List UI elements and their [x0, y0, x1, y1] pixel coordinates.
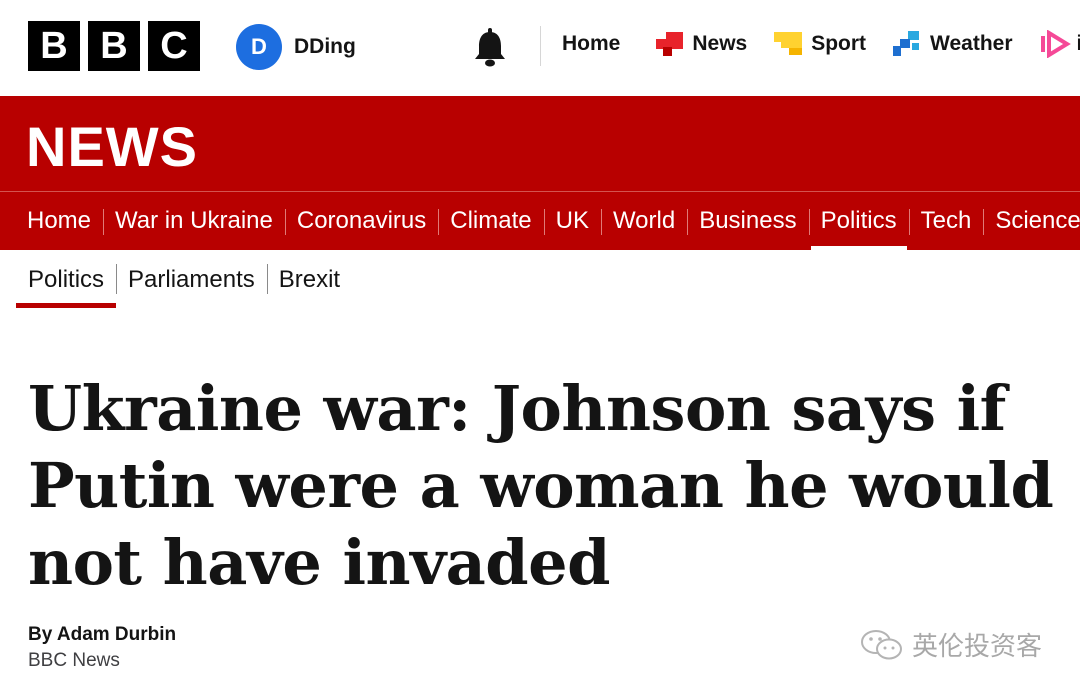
headline-line: not have invaded [28, 526, 610, 599]
section-nav: Home War in Ukraine Coronavirus Climate … [0, 192, 1080, 250]
bell-icon[interactable] [470, 26, 510, 68]
bbc-logo-letter: B [28, 21, 80, 71]
sub-nav-parliaments[interactable]: Parliaments [116, 250, 267, 310]
wechat-icon [860, 627, 904, 663]
watermark-text: 英伦投资客 [912, 632, 1043, 662]
sub-nav-politics[interactable]: Politics [0, 250, 117, 310]
news-icon [654, 30, 686, 58]
section-nav-uk[interactable]: UK [543, 192, 601, 250]
section-nav-coronavirus[interactable]: Coronavirus [284, 192, 438, 250]
iplayer-icon [1039, 29, 1071, 59]
top-nav-home-label: Home [562, 32, 621, 55]
weather-icon [892, 30, 924, 58]
avatar: D [236, 24, 282, 70]
top-nav-weather[interactable]: Weather [892, 30, 1013, 58]
top-nav-news[interactable]: News [654, 30, 747, 58]
section-nav-war-in-ukraine[interactable]: War in Ukraine [103, 192, 285, 250]
section-nav-world[interactable]: World [600, 192, 687, 250]
top-nav-iplayer-label: iP [1076, 32, 1080, 55]
bbc-logo-letter: B [88, 21, 140, 71]
sport-icon [773, 30, 805, 58]
bbc-logo[interactable]: B B C [28, 21, 200, 71]
account-link[interactable]: D DDing [236, 24, 356, 70]
account-name: DDing [294, 35, 356, 58]
top-nav-sport[interactable]: Sport [773, 30, 866, 58]
bbc-logo-letter: C [148, 21, 200, 71]
watermark: 英伦投资客 [860, 626, 1042, 663]
article-headline: Ukraine war: Johnson says if Putin were … [28, 370, 1073, 601]
section-nav-climate[interactable]: Climate [438, 192, 543, 250]
top-nav-weather-label: Weather [930, 32, 1013, 55]
headline-line: Putin were a woman he would [28, 449, 1054, 522]
section-nav-science[interactable]: Science [983, 192, 1080, 250]
byline-source: BBC News [28, 650, 120, 671]
top-nav-sport-label: Sport [811, 32, 867, 55]
top-nav-news-label: News [692, 32, 748, 55]
top-nav: Home News Sport Weather i [562, 29, 1080, 59]
sub-nav-brexit[interactable]: Brexit [266, 250, 352, 310]
headline-line: Ukraine war: Johnson says if [28, 372, 1006, 445]
header-divider [540, 26, 541, 66]
global-header: B B C D DDing Home News Sport Weather i [0, 0, 1080, 96]
section-nav-tech[interactable]: Tech [908, 192, 984, 250]
byline-author: By Adam Durbin [28, 624, 177, 645]
byline: By Adam Durbin BBC News [28, 624, 176, 672]
top-nav-home[interactable]: Home [562, 32, 620, 56]
section-nav-politics[interactable]: Politics [808, 192, 909, 250]
section-nav-business[interactable]: Business [687, 192, 808, 250]
news-title[interactable]: NEWS [26, 114, 198, 179]
news-banner: NEWS [0, 96, 1080, 192]
sub-nav: Politics Parliaments Brexit [0, 250, 352, 310]
section-nav-home[interactable]: Home [0, 192, 103, 250]
top-nav-iplayer[interactable]: iP [1039, 29, 1080, 59]
